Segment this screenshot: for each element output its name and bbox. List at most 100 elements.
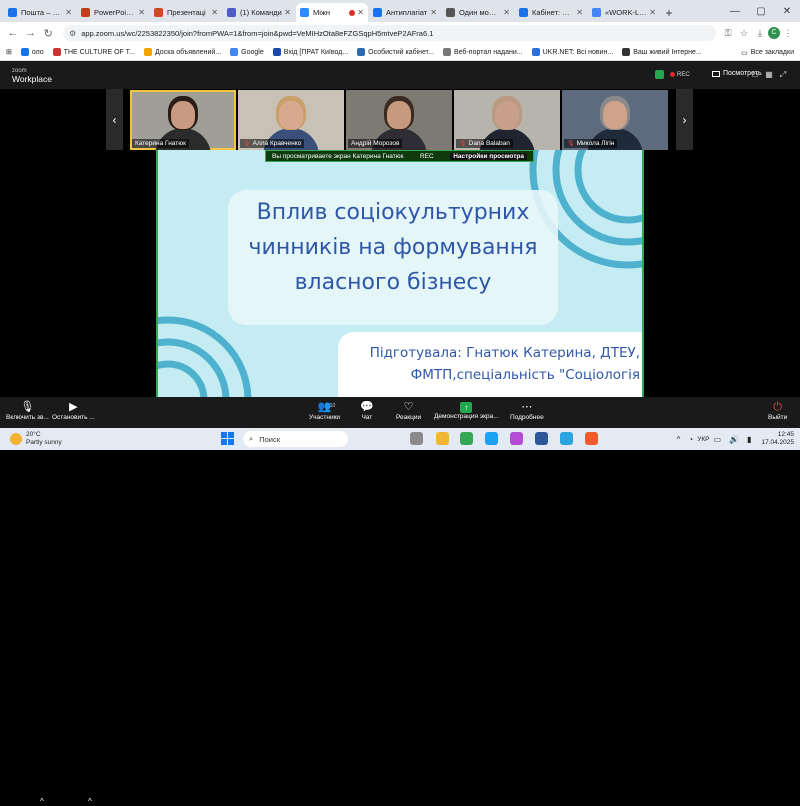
tab-label: Один момен (459, 8, 502, 17)
key-icon[interactable]: ⚿ (720, 28, 736, 39)
bookmark-favicon-icon (52, 48, 61, 56)
leave-button[interactable]: ⏻ Выйти (768, 400, 787, 421)
browser-tab[interactable]: Антиплагіат ✕ (369, 3, 441, 22)
explorer-app-icon[interactable] (436, 432, 449, 445)
copilot-app-icon[interactable] (510, 432, 523, 445)
microphone-muted-icon: 🎙 (20, 401, 35, 413)
bookmark-item[interactable]: Веб-портал надани... (442, 48, 523, 56)
slide-author: Підготувала: Гнатюк Катерина, ДТЕУ, ФМТП… (369, 345, 640, 383)
clock[interactable]: 12:45 17.04.2025 (761, 431, 794, 447)
weather-desc: Partly sunny (26, 439, 62, 446)
participant-video-tile[interactable]: Катерина Гнатюк (130, 90, 236, 150)
browser-tab[interactable]: Кабінет: Розі ✕ (515, 3, 587, 22)
browser-tab[interactable]: PowerPoint | ✕ (77, 3, 149, 22)
bookmark-item[interactable]: THE CULTURE OF T... (52, 48, 135, 56)
gallery-prev-arrow[interactable]: ‹ (106, 89, 123, 150)
folder-icon: ▭ (741, 49, 748, 57)
minimize-video-icon[interactable]: ▭ (748, 70, 762, 80)
video-options-caret-icon[interactable]: ^ (88, 797, 92, 806)
browser-tab[interactable]: (1) Команди ✕ (223, 3, 295, 22)
participant-face (495, 101, 519, 129)
site-info-icon[interactable]: ⚙ (69, 29, 76, 38)
battery-icon[interactable]: ▮ (747, 435, 751, 444)
chat-button[interactable]: 💬 Чат (360, 400, 374, 421)
start-button[interactable] (221, 432, 234, 445)
download-icon[interactable]: ⤓ (752, 28, 768, 39)
tab-close-icon[interactable]: ✕ (503, 8, 510, 17)
maximize-icon[interactable]: ▢ (748, 6, 774, 17)
tab-favicon-icon (592, 8, 601, 17)
word-app-icon[interactable] (535, 432, 548, 445)
browser-tab[interactable]: Міжн ✕ (296, 3, 368, 22)
tab-label: Міжн (313, 8, 331, 17)
share-screen-button[interactable]: ↑ Демонстрация экра... (434, 400, 499, 420)
network-icon[interactable]: ▭ (714, 435, 722, 444)
tab-close-icon[interactable]: ✕ (138, 8, 145, 17)
participant-video-tile[interactable]: Андрій Морозов (346, 90, 452, 150)
url-field[interactable]: ⚙ app.zoom.us/wc/2253822350/join?fromPWA… (63, 25, 717, 41)
browser-tab[interactable]: Один момен ✕ (442, 3, 514, 22)
gallery-next-arrow[interactable]: › (676, 89, 693, 150)
tab-close-icon[interactable]: ✕ (357, 8, 364, 17)
stop-video-button[interactable]: ▶ Остановить ... (52, 400, 95, 421)
profile-avatar[interactable]: C (768, 27, 781, 39)
view-settings-button[interactable]: Настройки просмотра (450, 152, 527, 160)
participant-video-tile[interactable]: 🎙 Микола Лігін (562, 90, 668, 150)
weather-widget[interactable]: 20°C Partly sunny (10, 431, 62, 447)
windows-taskbar: 20°C Partly sunny ⌕ Поиск ^ ◔ УКР ▭ 🔊 ▮ … (0, 428, 800, 450)
task-view-app-icon[interactable] (410, 432, 423, 445)
bookmark-item[interactable]: Вхід [ПРАТ Київод... (272, 48, 348, 56)
recording-indicator[interactable]: REC (655, 70, 690, 79)
tab-close-icon[interactable]: ✕ (430, 8, 437, 17)
browser-tab[interactable]: Презентаці ✕ (150, 3, 222, 22)
all-bookmarks-button[interactable]: ▭ Все закладки (741, 44, 794, 61)
tab-favicon-icon (446, 8, 455, 17)
apps-grid-icon[interactable]: ⊞ (6, 48, 12, 56)
menu-icon[interactable]: ⋮ (780, 28, 796, 39)
bookmark-favicon-icon (622, 48, 631, 56)
wifi-icon[interactable]: ◔ (688, 435, 693, 444)
participant-video-tile[interactable]: 🎙 Алла Кравченко (238, 90, 344, 150)
bookmark-item[interactable]: Особистий кабінет... (357, 48, 434, 56)
telegram-app-icon[interactable] (560, 432, 573, 445)
reactions-button[interactable]: ♡ Реакции (396, 400, 421, 421)
taskbar-search[interactable]: ⌕ Поиск (243, 431, 348, 447)
participant-name-tag: 🎙 Алла Кравченко (240, 139, 305, 148)
tab-close-icon[interactable]: ✕ (211, 8, 218, 17)
show-hidden-icons-icon[interactable]: ^ (677, 435, 681, 444)
grid-icon[interactable]: ▦ (762, 70, 776, 80)
mic-options-caret-icon[interactable]: ^ (40, 797, 44, 806)
bookmark-item[interactable]: оло (20, 48, 44, 56)
tab-label: (1) Команди (240, 8, 282, 17)
tab-close-icon[interactable]: ✕ (649, 8, 656, 17)
tab-close-icon[interactable]: ✕ (284, 8, 291, 17)
participants-button[interactable]: 👥 10 Участники (309, 400, 340, 421)
language-indicator[interactable]: УКР (697, 436, 709, 443)
browser-tab[interactable]: «WORK-LIFE ✕ (588, 3, 660, 22)
bookmark-item[interactable]: Ваш живий Інтерне... (622, 48, 702, 56)
participant-video-tile[interactable]: 🎙 Dana Balaban (454, 90, 560, 150)
bookmark-item[interactable]: UKR.NET: Всі новин... (531, 48, 613, 56)
volume-icon[interactable]: 🔊 (729, 435, 739, 444)
new-tab-button[interactable]: + (661, 3, 677, 22)
video-camera-icon: ▶ (69, 401, 78, 413)
security-shield-icon[interactable] (655, 70, 664, 79)
participant-name: Андрій Морозов (351, 140, 400, 147)
bookmark-item[interactable]: Доска объявлений... (143, 48, 221, 56)
forward-icon[interactable]: → (22, 27, 40, 39)
browser-tab[interactable]: Пошта – Кра ✕ (4, 3, 76, 22)
minimize-icon[interactable]: — (722, 6, 748, 17)
brave-app-icon[interactable] (585, 432, 598, 445)
tab-close-icon[interactable]: ✕ (65, 8, 72, 17)
tab-close-icon[interactable]: ✕ (576, 8, 583, 17)
bookmark-star-icon[interactable]: ☆ (736, 28, 752, 39)
more-button[interactable]: ⋯ Подробнее (510, 400, 544, 421)
reload-icon[interactable]: ↻ (39, 27, 57, 40)
chrome-app-icon[interactable] (460, 432, 473, 445)
edge-app-icon[interactable] (485, 432, 498, 445)
unmute-button[interactable]: 🎙 Включить зв... (6, 400, 49, 421)
fullscreen-icon[interactable]: ⤢ (776, 70, 790, 80)
close-window-icon[interactable]: ✕ (774, 6, 800, 17)
back-icon[interactable]: ← (4, 27, 22, 39)
bookmark-item[interactable]: Google (230, 48, 264, 56)
